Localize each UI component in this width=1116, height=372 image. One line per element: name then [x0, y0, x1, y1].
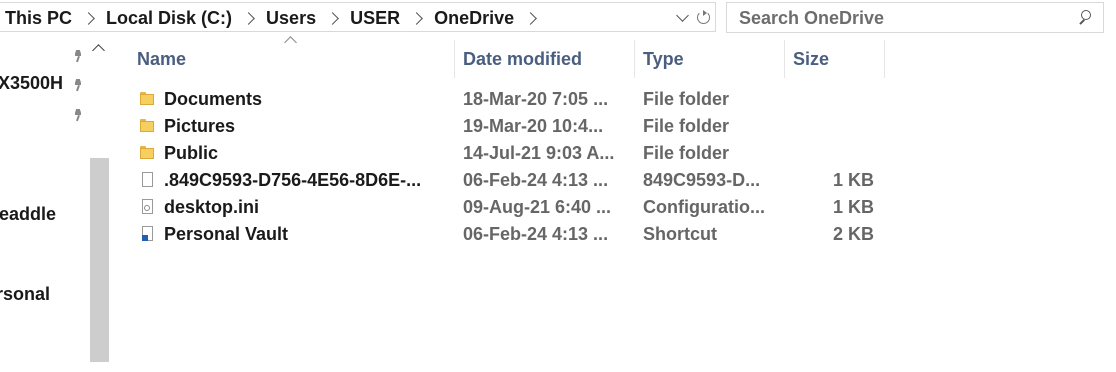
nav-item-readdle[interactable]: eaddle — [0, 204, 56, 225]
pin-icon — [72, 109, 84, 121]
breadcrumb-users[interactable]: Users — [266, 8, 316, 29]
file-type: Configuratio... — [643, 197, 765, 217]
folder-icon — [140, 91, 156, 107]
breadcrumb-this-pc[interactable]: This PC — [5, 8, 72, 29]
column-divider[interactable] — [454, 40, 455, 78]
nav-item-personal[interactable]: rsonal — [0, 284, 50, 305]
search-box[interactable] — [726, 2, 1104, 33]
breadcrumb-local-disk[interactable]: Local Disk (C:) — [106, 8, 232, 29]
file-size — [790, 86, 874, 113]
file-row[interactable]: Pictures 19-Mar-20 10:4... File folder — [130, 113, 890, 140]
search-input[interactable] — [737, 5, 1061, 32]
column-header-type[interactable]: Type — [636, 40, 784, 78]
file-name: desktop.ini — [164, 197, 260, 217]
file-type: File folder — [643, 89, 730, 109]
navigation-pane: X3500H eaddle rsonal — [0, 38, 110, 372]
breadcrumb-user[interactable]: USER — [350, 8, 400, 29]
file-date: 06-Feb-24 4:13 ... — [463, 170, 609, 190]
scroll-up-icon[interactable] — [92, 44, 105, 57]
file-name: Personal Vault — [164, 224, 289, 244]
file-type: File folder — [643, 143, 730, 163]
column-divider[interactable] — [634, 40, 635, 78]
file-name: .849C9593-D756-4E56-8D6E-... — [164, 170, 422, 190]
scrollbar-thumb[interactable] — [90, 158, 109, 362]
column-header-date[interactable]: Date modified — [456, 40, 634, 78]
file-row[interactable]: Documents 18-Mar-20 7:05 ... File folder — [130, 86, 890, 113]
chevron-right-icon[interactable] — [82, 11, 95, 25]
file-date: 06-Feb-24 4:13 ... — [463, 224, 609, 244]
file-size: 1 KB — [832, 197, 874, 217]
chevron-right-icon[interactable] — [326, 11, 339, 25]
file-date: 14-Jul-21 9:03 A... — [463, 143, 615, 163]
shortcut-icon — [140, 226, 156, 242]
column-header-size[interactable]: Size — [786, 40, 884, 78]
file-size — [790, 140, 874, 167]
chevron-right-icon[interactable] — [524, 11, 538, 25]
file-row[interactable]: .849C9593-D756-4E56-8D6E-... 06-Feb-24 4… — [130, 167, 890, 194]
file-date: 19-Mar-20 10:4... — [463, 116, 604, 136]
nav-scrollbar[interactable] — [90, 38, 110, 362]
breadcrumb: This PC Local Disk (C:) Users USER OneDr… — [5, 3, 548, 33]
address-bar[interactable]: This PC Local Disk (C:) Users USER OneDr… — [0, 2, 716, 32]
chevron-right-icon[interactable] — [410, 11, 423, 25]
file-date: 18-Mar-20 7:05 ... — [463, 89, 609, 109]
folder-icon — [140, 118, 156, 134]
file-size: 2 KB — [832, 224, 874, 244]
file-size: 1 KB — [832, 170, 874, 190]
chevron-down-icon[interactable] — [675, 10, 691, 26]
chevron-right-icon[interactable] — [242, 11, 255, 25]
folder-icon — [140, 145, 156, 161]
file-date: 09-Aug-21 6:40 ... — [463, 197, 612, 217]
refresh-icon[interactable] — [696, 10, 712, 26]
settings-file-icon — [140, 199, 156, 215]
file-name: Documents — [164, 89, 263, 109]
file-row[interactable]: Public 14-Jul-21 9:03 A... File folder — [130, 140, 890, 167]
file-row[interactable]: Personal Vault 06-Feb-24 4:13 ... Shortc… — [130, 221, 890, 248]
file-size — [790, 113, 874, 140]
search-icon[interactable] — [1077, 10, 1091, 24]
column-header-name[interactable]: Name — [130, 40, 454, 78]
nav-item-x3500h[interactable]: X3500H — [0, 73, 63, 94]
breadcrumb-onedrive[interactable]: OneDrive — [434, 8, 514, 29]
file-icon — [140, 172, 156, 188]
column-divider[interactable] — [884, 40, 885, 78]
column-divider[interactable] — [784, 40, 785, 78]
pin-icon — [72, 50, 84, 62]
file-type: 849C9593-D... — [643, 170, 761, 190]
pin-icon — [72, 79, 84, 91]
file-row[interactable]: desktop.ini 09-Aug-21 6:40 ... Configura… — [130, 194, 890, 221]
file-type: Shortcut — [643, 224, 717, 244]
file-type: File folder — [643, 116, 730, 136]
file-name: Pictures — [164, 116, 236, 136]
file-name: Public — [164, 143, 219, 163]
